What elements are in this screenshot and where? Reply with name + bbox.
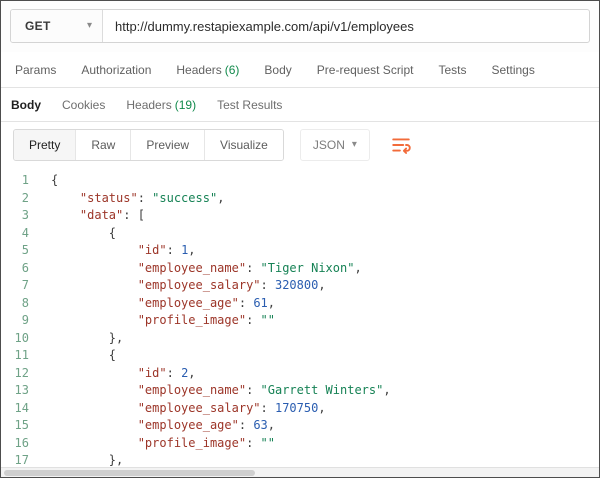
code-line-content: "employee_age": 63, (37, 417, 275, 435)
line-number: 6 (1, 260, 37, 278)
code-line: 2 "status": "success", (1, 190, 599, 208)
tab-label: Authorization (81, 63, 151, 77)
line-number: 1 (1, 172, 37, 190)
response-tab-test-results[interactable]: Test Results (217, 98, 282, 112)
line-number: 5 (1, 242, 37, 260)
tab-label: Settings (492, 63, 535, 77)
code-line-content: "employee_name": "Tiger Nixon", (37, 260, 362, 278)
code-line-content: { (37, 172, 58, 190)
code-line-content: "employee_age": 61, (37, 295, 275, 313)
response-toolbar: PrettyRawPreviewVisualize JSON ▾ (1, 122, 599, 168)
code-line: 5 "id": 1, (1, 242, 599, 260)
code-line-content: { (37, 225, 116, 243)
request-tabs: Params Authorization Headers (6) Body Pre-req… (1, 52, 599, 88)
code-line: 14 "employee_salary": 170750, (1, 400, 599, 418)
view-button-pretty[interactable]: Pretty (14, 130, 76, 160)
method-label: GET (25, 19, 51, 33)
line-number: 13 (1, 382, 37, 400)
view-button-raw[interactable]: Raw (76, 130, 131, 160)
response-tabs: Body Cookies Headers (19) Test Results (1, 88, 599, 122)
response-tab-body[interactable]: Body (11, 98, 41, 112)
code-line-content: { (37, 347, 116, 365)
code-line-content: "id": 1, (37, 242, 196, 260)
tab-count-badge: (6) (225, 63, 240, 77)
line-number: 14 (1, 400, 37, 418)
line-number: 2 (1, 190, 37, 208)
code-line: 12 "id": 2, (1, 365, 599, 383)
code-line: 1{ (1, 172, 599, 190)
chevron-down-icon: ▾ (87, 21, 92, 31)
response-tab-headers[interactable]: Headers (19) (126, 98, 196, 112)
api-client-window: GET ▾ http://dummy.restapiexample.com/ap… (0, 0, 600, 478)
method-dropdown[interactable]: GET ▾ (11, 10, 103, 42)
code-line-content: "employee_salary": 170750, (37, 400, 326, 418)
line-number: 12 (1, 365, 37, 383)
tab-label: Cookies (62, 98, 105, 112)
tab-label: Params (15, 63, 56, 77)
view-mode-group: PrettyRawPreviewVisualize (13, 129, 284, 161)
tab-label: Body (11, 98, 41, 112)
response-tab-cookies[interactable]: Cookies (62, 98, 105, 112)
tab-label: Headers (176, 63, 221, 77)
code-line: 11 { (1, 347, 599, 365)
code-line: 16 "profile_image": "" (1, 435, 599, 453)
format-label: JSON (313, 138, 345, 152)
chevron-down-icon: ▾ (352, 140, 357, 150)
line-number: 7 (1, 277, 37, 295)
line-number: 4 (1, 225, 37, 243)
request-tab-headers[interactable]: Headers (6) (176, 63, 239, 77)
code-line-content: "employee_name": "Garrett Winters", (37, 382, 391, 400)
request-tab-authorization[interactable]: Authorization (81, 63, 151, 77)
wrap-text-button[interactable] (388, 132, 414, 158)
line-number: 8 (1, 295, 37, 313)
text-wrap-icon (391, 135, 411, 155)
line-number: 16 (1, 435, 37, 453)
tab-label: Test Results (217, 98, 282, 112)
view-button-visualize[interactable]: Visualize (205, 130, 283, 160)
code-line: 4 { (1, 225, 599, 243)
view-button-preview[interactable]: Preview (131, 130, 205, 160)
code-line: 13 "employee_name": "Garrett Winters", (1, 382, 599, 400)
code-line: 3 "data": [ (1, 207, 599, 225)
code-line: 8 "employee_age": 61, (1, 295, 599, 313)
tab-label: Tests (438, 63, 466, 77)
scrollbar-thumb[interactable] (4, 470, 255, 476)
url-control: GET ▾ http://dummy.restapiexample.com/ap… (10, 9, 590, 43)
format-dropdown[interactable]: JSON ▾ (300, 129, 370, 161)
line-number: 15 (1, 417, 37, 435)
request-tab-params[interactable]: Params (15, 63, 56, 77)
tab-label: Pre-request Script (317, 63, 414, 77)
tab-count-badge: (19) (175, 98, 196, 112)
url-value: http://dummy.restapiexample.com/api/v1/e… (115, 19, 414, 34)
code-line-content: "status": "success", (37, 190, 224, 208)
code-line-content: "id": 2, (37, 365, 196, 383)
tab-label: Headers (126, 98, 171, 112)
request-url-bar: GET ▾ http://dummy.restapiexample.com/ap… (1, 1, 599, 52)
line-number: 10 (1, 330, 37, 348)
code-line-content: }, (37, 330, 123, 348)
request-tab-tests[interactable]: Tests (438, 63, 466, 77)
code-line: 6 "employee_name": "Tiger Nixon", (1, 260, 599, 278)
tab-label: Body (264, 63, 291, 77)
request-tab-pre-request-script[interactable]: Pre-request Script (317, 63, 414, 77)
horizontal-scrollbar[interactable] (1, 467, 599, 477)
request-tab-body[interactable]: Body (264, 63, 291, 77)
code-line-content: "profile_image": "" (37, 435, 275, 453)
code-line: 15 "employee_age": 63, (1, 417, 599, 435)
line-number: 11 (1, 347, 37, 365)
code-line-content: "profile_image": "" (37, 312, 275, 330)
line-number: 9 (1, 312, 37, 330)
line-number: 3 (1, 207, 37, 225)
url-input[interactable]: http://dummy.restapiexample.com/api/v1/e… (103, 10, 589, 42)
response-body-viewer: 1{2 "status": "success",3 "data": [4 {5 … (1, 168, 599, 470)
request-tab-settings[interactable]: Settings (492, 63, 535, 77)
code-line-content: "data": [ (37, 207, 145, 225)
code-line: 9 "profile_image": "" (1, 312, 599, 330)
code-line-content: "employee_salary": 320800, (37, 277, 326, 295)
code-line: 10 }, (1, 330, 599, 348)
code-line: 7 "employee_salary": 320800, (1, 277, 599, 295)
